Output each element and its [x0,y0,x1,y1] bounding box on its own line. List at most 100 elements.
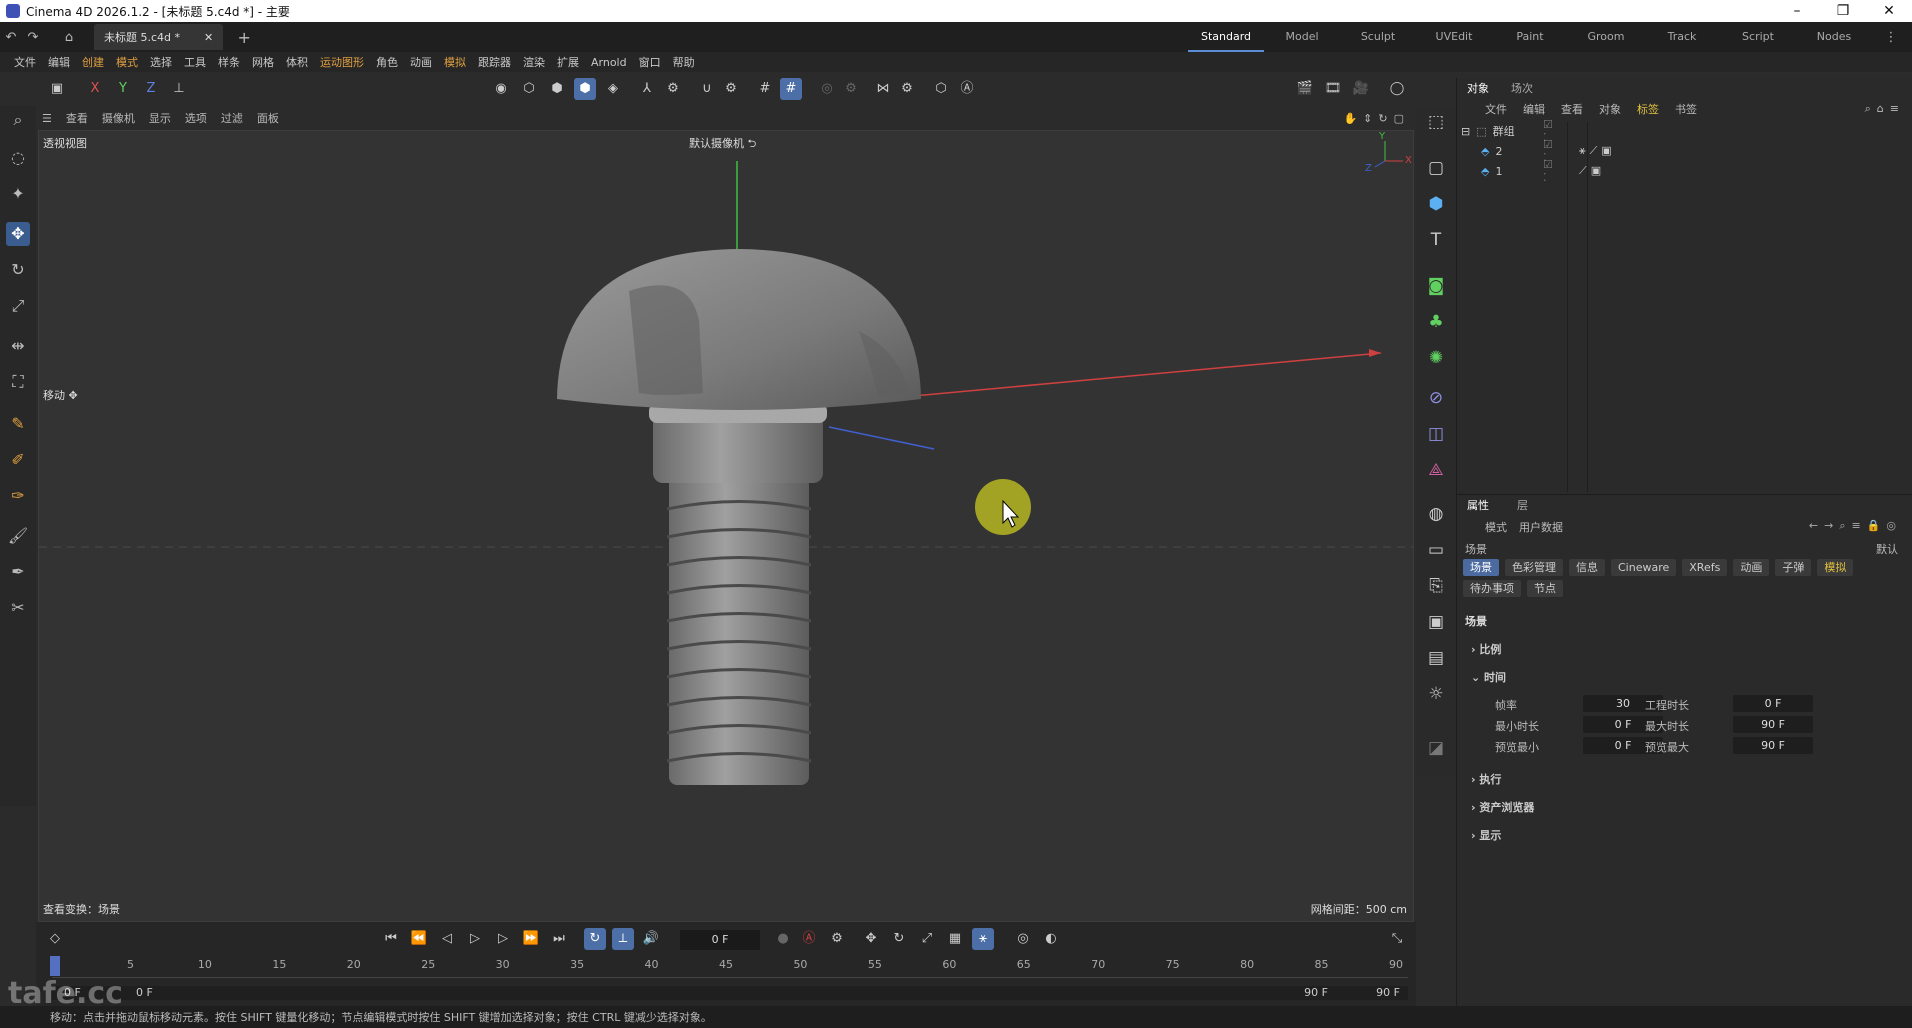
viewport-menu-panel[interactable]: 面板 [257,110,279,126]
menu-mode[interactable]: 模式 [110,54,144,70]
workplane-icon[interactable]: # [780,78,802,100]
more-menu-icon[interactable]: ⋮ [1880,30,1902,45]
new-tab-button[interactable]: + [233,28,255,47]
key-position-icon[interactable]: ✥ [860,928,882,950]
group-asset-browser[interactable]: › 资产浏览器 [1471,799,1534,815]
menu-mograph[interactable]: 运动图形 [314,54,370,70]
menu-volume[interactable]: 体积 [280,54,314,70]
viewport-camera[interactable]: 默认摄像机 ⮌ [689,135,756,154]
object-tags[interactable]: ⟋▣ [1579,164,1605,178]
field-icon[interactable]: ⊘ [1424,386,1448,410]
layout-script[interactable]: Script [1720,22,1796,52]
home-icon[interactable]: ⌂ [58,30,80,45]
attr-nav-icons[interactable]: ←→⌕≡🔒◎ [1809,519,1902,533]
keyframe-settings-icon[interactable]: ⚙ [826,928,848,950]
menu-help[interactable]: 帮助 [667,54,701,70]
close-window-button[interactable]: ✕ [1866,3,1912,19]
light-icon[interactable]: ☼ [1424,682,1448,706]
objmgr-menu-view[interactable]: 查看 [1561,101,1583,117]
attr-button-nodes[interactable]: 节点 [1527,580,1563,597]
attr-button-todo[interactable]: 待办事项 [1463,580,1521,597]
search-icon[interactable]: ⌕ [6,108,30,132]
spline-smooth-icon[interactable]: ✑ [6,484,30,508]
menu-render[interactable]: 渲染 [517,54,551,70]
timeline-range-icon[interactable]: ⟂ [612,928,634,950]
viewport-navigation-icons[interactable]: ✋⇕↻▢ [1343,112,1410,125]
menu-tracker[interactable]: 跟踪器 [472,54,517,70]
doc-length-field[interactable]: 0 F [1733,695,1813,712]
timeline-expand-icon[interactable]: ⤡ [1386,928,1408,950]
transfer-tool-icon[interactable]: ⇹ [6,334,30,358]
group-time[interactable]: ⌄ 时间 [1471,669,1506,685]
undo-icon[interactable]: ↶ [0,30,22,45]
viewport-menu-filter[interactable]: 过滤 [221,110,243,126]
viewport-menu-options[interactable]: 选项 [185,110,207,126]
tab-objects[interactable]: 对象 [1467,80,1489,96]
object-mode-icon[interactable]: ▣ [46,78,68,100]
brush-icon[interactable]: 🖌 [6,524,30,548]
attr-menu-mode[interactable]: 模式 [1485,519,1507,535]
attr-button-xrefs[interactable]: XRefs [1682,559,1728,576]
menu-arnold[interactable]: Arnold [585,56,633,69]
texture-mode-icon[interactable]: ◈ [602,78,624,100]
render-camera-icon[interactable]: ▣ [1424,610,1448,634]
axis-mode-icon[interactable]: ⅄ [636,78,658,100]
attr-button-info[interactable]: 信息 [1569,559,1605,576]
play-icon[interactable]: ▷ [464,928,486,950]
snap-icon[interactable]: ∪ [696,78,718,100]
objmgr-menu-file[interactable]: 文件 [1485,101,1507,117]
max-time-field[interactable]: 90 F [1733,716,1813,733]
objmgr-search-icons[interactable]: ⌕⌂≡ [1865,102,1905,116]
menu-character[interactable]: 角色 [370,54,404,70]
coordinate-system-icon[interactable]: ⊥ [168,78,190,100]
tab-takes[interactable]: 场次 [1511,80,1533,96]
tab-attributes[interactable]: 属性 [1467,497,1489,513]
cube-icon[interactable]: ⬢ [1424,192,1448,216]
symmetry-icon[interactable]: ⋈ [872,78,894,100]
lock-x-button[interactable]: X [84,78,106,100]
loop-icon[interactable]: ↻ [584,928,606,950]
attr-button-cineware[interactable]: Cineware [1611,559,1677,576]
attr-button-scene[interactable]: 场景 [1463,559,1499,576]
layout-standard[interactable]: Standard [1188,22,1264,52]
objmgr-menu-edit[interactable]: 编辑 [1523,101,1545,117]
environment-icon[interactable]: ◍ [1424,502,1448,526]
volume-icon[interactable]: ◫ [1424,422,1448,446]
perspective-viewport[interactable]: Y X Z 透视视图 默认摄像机 ⮌ 移动 ✥ 查看变换：场景 网格间距：500… [38,130,1414,922]
scale-tool-icon[interactable]: ⤢ [6,294,30,318]
prev-key-icon[interactable]: ⏪ [408,928,430,950]
transform-tool-icon[interactable]: ⛶ [6,370,30,394]
object-tags[interactable]: ⚹⟋▣ [1579,144,1616,158]
visibility-toggle[interactable]: ☑ ⁚ [1543,158,1553,184]
model-mode-icon[interactable]: ⬢ [574,78,596,100]
tree-row-object-1[interactable]: ⬘ 1 ☑ ⁚ ⟋▣ [1481,158,1601,184]
viewport-menu-cameras[interactable]: 摄像机 [102,110,135,126]
objmgr-menu-object[interactable]: 对象 [1599,101,1621,117]
viewport-menu-display[interactable]: 显示 [149,110,171,126]
menu-animate[interactable]: 动画 [404,54,438,70]
selection-tools-icon[interactable]: ✦ [6,182,30,206]
key-rotation-icon[interactable]: ↻ [888,928,910,950]
render-settings-icon[interactable]: ⬡ [930,78,952,100]
attr-preset-dropdown[interactable]: 默认 [1876,541,1898,557]
keyframe-icon[interactable]: ◇ [44,928,66,950]
spline-object-icon[interactable]: ⟁ [1424,458,1448,482]
menu-select[interactable]: 选择 [144,54,178,70]
layout-uvedit[interactable]: UVEdit [1416,22,1492,52]
autokey-icon[interactable]: Ⓐ [798,928,820,950]
cloner-icon[interactable]: ♣ [1424,310,1448,334]
objmgr-menu-tags[interactable]: 标签 [1637,101,1659,117]
menu-mesh[interactable]: 网格 [246,54,280,70]
group-execution[interactable]: › 执行 [1471,771,1501,787]
render-queue-icon[interactable]: Ⓐ [956,78,978,100]
key-scale-icon[interactable]: ⤢ [916,928,938,950]
interactive-render-icon[interactable]: ◯ [1386,78,1408,100]
menu-window[interactable]: 窗口 [633,54,667,70]
current-frame-field[interactable]: 0 F [680,930,760,950]
attr-button-simulation[interactable]: 模拟 [1817,559,1854,576]
attr-button-bullet[interactable]: 子弹 [1775,559,1812,576]
menu-file[interactable]: 文件 [8,54,42,70]
menu-simulate[interactable]: 模拟 [438,54,472,70]
polygon-pen-icon[interactable]: ✒ [6,560,30,584]
attr-menu-user-data[interactable]: 用户数据 [1519,519,1563,535]
